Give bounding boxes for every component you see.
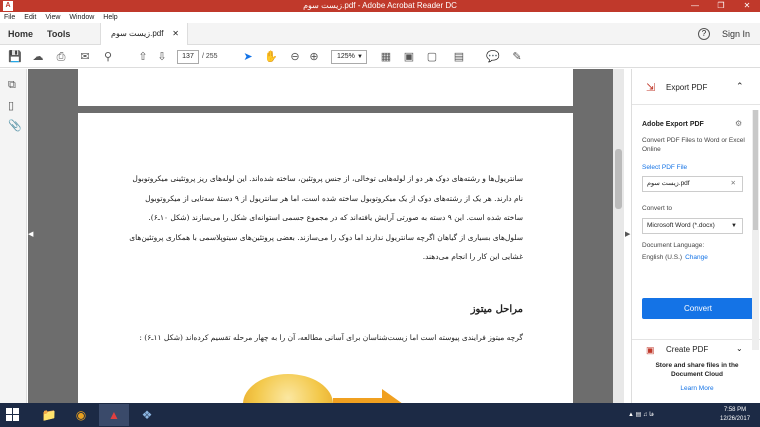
window-title: زیست سوم.pdf - Adobe Acrobat Reader DC bbox=[303, 1, 457, 10]
paragraph-2: گرچه میتوز فرایندی پیوسته است اما زیست‌ش… bbox=[139, 333, 523, 342]
doc-language: English (U.S.) Change bbox=[642, 254, 708, 261]
file-explorer-icon[interactable]: 📁 bbox=[34, 404, 64, 426]
hand-icon[interactable]: ✋ bbox=[264, 50, 278, 64]
collapse-right-icon[interactable]: ▶ bbox=[625, 230, 630, 238]
search-icon[interactable]: ⚲ bbox=[101, 50, 115, 64]
taskbar: 📁 ◉ ▲ ❖ ▲ ▤ ♫ فا 7:58 PM 12/26/2017 bbox=[0, 403, 760, 427]
menu-bar: File Edit View Window Help bbox=[0, 12, 760, 23]
panel-title: Adobe Export PDF bbox=[642, 121, 704, 128]
panel-scrollbar-thumb[interactable] bbox=[753, 110, 758, 230]
comment-icon[interactable]: 💬 bbox=[486, 50, 500, 64]
clock[interactable]: 7:58 PM 12/26/2017 bbox=[720, 406, 750, 424]
next-page-icon[interactable]: ⇩ bbox=[155, 50, 169, 64]
clock-date: 12/26/2017 bbox=[720, 416, 751, 422]
minimize-button[interactable]: — bbox=[682, 0, 708, 12]
panel-description: Convert PDF Files to Word or Excel Onlin… bbox=[642, 137, 745, 153]
document-viewer[interactable]: سانتریول‌ها و رشته‌های دوک هر دو از لوله… bbox=[28, 69, 624, 403]
tab-document-label: زیست سوم.pdf bbox=[111, 29, 164, 38]
learn-more-link[interactable]: Learn More bbox=[642, 385, 752, 392]
convert-button[interactable]: Convert bbox=[642, 298, 754, 319]
fit-page-icon[interactable]: ▦ bbox=[379, 50, 393, 64]
zoom-select[interactable]: 125% ▼ bbox=[331, 50, 367, 64]
sign-icon[interactable]: ✎ bbox=[510, 50, 524, 64]
clock-time: 7:58 PM bbox=[723, 407, 747, 413]
chrome-icon[interactable]: ◉ bbox=[66, 404, 96, 426]
tab-bar: Home Tools زیست سوم.pdf ✕ ? Sign In bbox=[0, 23, 760, 45]
document-cloud-promo: Store and share files in the Document Cl… bbox=[655, 362, 739, 378]
keyboard-language[interactable]: فا bbox=[649, 412, 654, 418]
prev-page-icon[interactable]: ⇧ bbox=[136, 50, 150, 64]
title-bar: A زیست سوم.pdf - Adobe Acrobat Reader DC… bbox=[0, 0, 760, 12]
convert-to-select[interactable]: Microsoft Word (*.docx) ▼ bbox=[642, 218, 743, 234]
scroll-mode-icon[interactable]: ▤ bbox=[452, 50, 466, 64]
clear-file-icon[interactable]: ✕ bbox=[731, 177, 736, 191]
create-pdf-section[interactable]: ▣ Create PDF ⌄ bbox=[632, 339, 760, 357]
export-pdf-icon: ⇲ bbox=[646, 82, 656, 94]
chevron-up-icon[interactable]: ⌃ bbox=[736, 81, 744, 92]
tab-tools[interactable]: Tools bbox=[47, 23, 70, 45]
select-cursor-icon[interactable]: ➤ bbox=[241, 50, 255, 64]
zoom-out-icon[interactable]: ⊖ bbox=[288, 50, 302, 64]
settings-icon[interactable]: ⚙ bbox=[735, 119, 742, 128]
tab-document[interactable]: زیست سوم.pdf ✕ bbox=[100, 23, 188, 45]
select-file-link[interactable]: Select PDF File bbox=[642, 164, 687, 171]
page-number-input[interactable]: 137 bbox=[177, 50, 199, 64]
zoom-in-icon[interactable]: ⊕ bbox=[307, 50, 321, 64]
print-icon[interactable]: ⎙ bbox=[54, 50, 68, 64]
menu-help[interactable]: Help bbox=[103, 12, 117, 23]
chevron-down-icon[interactable]: ⌄ bbox=[736, 344, 743, 353]
page-total: / 255 bbox=[202, 53, 218, 60]
show-hidden-icons-icon[interactable]: ▲ bbox=[628, 412, 634, 418]
current-page: سانتریول‌ها و رشته‌های دوک هر دو از لوله… bbox=[78, 113, 573, 403]
create-pdf-icon: ▣ bbox=[646, 345, 655, 355]
paragraph-1: سانتریول‌ها و رشته‌های دوک هر دو از لوله… bbox=[129, 174, 523, 261]
document-scrollbar[interactable] bbox=[613, 69, 624, 403]
save-icon[interactable]: 💾 bbox=[8, 50, 22, 64]
full-screen-icon[interactable]: ▣ bbox=[402, 50, 416, 64]
chevron-down-icon: ▼ bbox=[731, 223, 737, 229]
chevron-down-icon: ▼ bbox=[357, 54, 363, 60]
menu-file[interactable]: File bbox=[4, 12, 15, 23]
scrollbar-thumb[interactable] bbox=[615, 149, 622, 209]
page-thumbnails-icon[interactable]: ⧉ bbox=[8, 79, 16, 92]
export-pdf-panel: ⇲ Export PDF ⌃ Adobe Export PDF ⚙ Conver… bbox=[631, 69, 760, 403]
help-icon[interactable]: ? bbox=[698, 28, 710, 40]
paint-icon[interactable]: ❖ bbox=[132, 404, 162, 426]
cloud-upload-icon[interactable]: ☁ bbox=[31, 50, 45, 64]
convert-to-label: Convert to bbox=[642, 205, 672, 212]
sign-in-link[interactable]: Sign In bbox=[722, 23, 750, 45]
maximize-button[interactable]: ❐ bbox=[708, 0, 734, 12]
toolbar: 💾 ☁ ⎙ ✉ ⚲ ⇧ ⇩ 137 / 255 ➤ ✋ ⊖ ⊕ 125% ▼ ▦… bbox=[0, 46, 760, 68]
menu-window[interactable]: Window bbox=[69, 12, 94, 23]
acrobat-icon[interactable]: ▲ bbox=[99, 404, 129, 426]
bookmark-icon[interactable]: ▯ bbox=[8, 99, 14, 112]
selected-file-field[interactable]: زیست سوم.pdf ✕ bbox=[642, 176, 743, 192]
email-icon[interactable]: ✉ bbox=[78, 50, 92, 64]
tab-home[interactable]: Home bbox=[8, 23, 33, 45]
network-icon[interactable]: ▤ bbox=[636, 412, 642, 418]
doc-language-value: English (U.S.) bbox=[642, 254, 683, 261]
menu-view[interactable]: View bbox=[45, 12, 60, 23]
left-nav-bar: ⧉ ▯ 📎 bbox=[0, 69, 27, 403]
attachment-icon[interactable]: 📎 bbox=[8, 119, 22, 132]
collapse-left-icon[interactable]: ◀ bbox=[28, 230, 33, 238]
export-pdf-header-label: Export PDF bbox=[666, 83, 708, 92]
close-tab-icon[interactable]: ✕ bbox=[172, 23, 179, 45]
menu-edit[interactable]: Edit bbox=[24, 12, 36, 23]
close-button[interactable]: ✕ bbox=[734, 0, 760, 12]
section-heading: مراحل میتوز bbox=[470, 304, 523, 315]
volume-icon[interactable]: ♫ bbox=[643, 412, 648, 418]
previous-page bbox=[78, 69, 573, 106]
system-tray: ▲ ▤ ♫ فا bbox=[628, 403, 654, 427]
change-language-link[interactable]: Change bbox=[685, 254, 708, 261]
export-pdf-header[interactable]: ⇲ Export PDF ⌃ bbox=[632, 69, 760, 105]
doc-language-label: Document Language: bbox=[642, 242, 705, 249]
create-pdf-label: Create PDF bbox=[666, 345, 709, 354]
rotate-icon[interactable]: ▢ bbox=[425, 50, 439, 64]
convert-to-value: Microsoft Word (*.docx) bbox=[647, 222, 715, 229]
zoom-value: 125% bbox=[337, 53, 355, 60]
selected-file-name: زیست سوم.pdf bbox=[647, 180, 690, 187]
panel-scrollbar[interactable] bbox=[752, 110, 759, 350]
windows-start-icon[interactable] bbox=[6, 408, 20, 422]
